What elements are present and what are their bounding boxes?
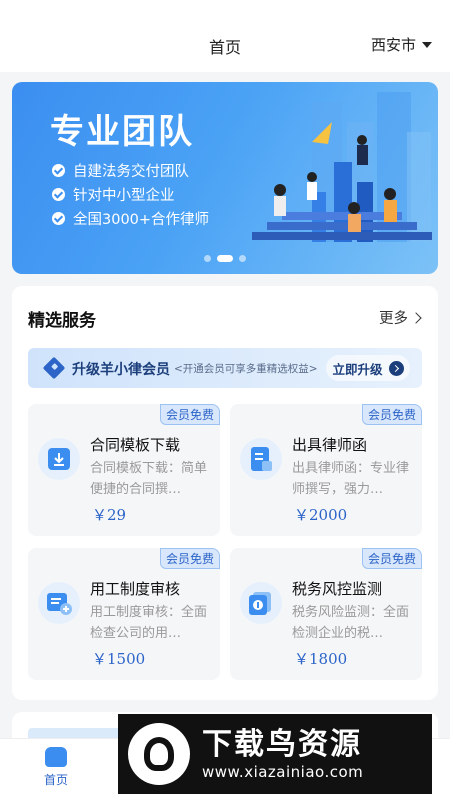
section-title: 精选服务 xyxy=(28,311,96,331)
carousel-dot[interactable] xyxy=(239,255,246,262)
service-card-contract-template[interactable]: 会员免费 合同模板下载 合同模板下载：简单便捷的合同撰… ￥29 xyxy=(28,404,220,536)
service-name: 用工制度审核 xyxy=(90,580,181,598)
tax-monitor-icon xyxy=(240,582,282,624)
arrow-right-circle-icon xyxy=(388,360,404,376)
member-title: 升级羊小律会员 xyxy=(72,362,170,378)
member-subtitle: <开通会员可享多重精选权益> xyxy=(174,363,318,375)
service-name: 出具律师函 xyxy=(292,436,368,454)
banner-headline: 专业团队 xyxy=(50,112,194,152)
service-desc: 合同模板下载：简单便捷的合同撰… xyxy=(90,461,208,497)
tab-label: 首页 xyxy=(43,773,68,787)
bird-logo-icon xyxy=(128,723,190,785)
service-card-lawyer-letter[interactable]: 会员免费 出具律师函 出具律师函：专业律师撰写，强力… ￥2000 xyxy=(230,404,422,536)
more-link[interactable]: 更多 xyxy=(379,307,422,328)
service-desc: 税务风险监测：全面检测企业的税… xyxy=(292,605,410,641)
service-desc: 出具律师函：专业律师撰写，强力… xyxy=(292,461,410,497)
member-free-badge: 会员免费 xyxy=(159,404,220,425)
home-icon xyxy=(45,747,67,767)
banner-bullet: 针对中小型企业 xyxy=(52,182,209,206)
caret-down-icon xyxy=(422,41,432,48)
watermark: 下载鸟资源 www.xiazainiao.com xyxy=(118,714,432,794)
diamond-icon xyxy=(42,356,66,380)
banner-bullet: 全国3000+合作律师 xyxy=(52,206,209,230)
service-name: 合同模板下载 xyxy=(90,436,181,454)
watermark-text: 下载鸟资源 xyxy=(202,727,362,762)
promo-banner[interactable]: 专业团队 自建法务交付团队 针对中小型企业 全国3000+合作律师 xyxy=(12,82,438,274)
chevron-right-icon xyxy=(410,311,422,324)
check-circle-icon xyxy=(52,163,65,177)
check-circle-icon xyxy=(52,187,65,201)
service-price: ￥29 xyxy=(92,506,127,524)
carousel-indicator xyxy=(204,255,246,262)
city-label: 西安市 xyxy=(370,36,416,54)
member-upgrade-banner[interactable]: 升级羊小律会员 <开通会员可享多重精选权益> 立即升级 xyxy=(28,348,422,388)
watermark-url: www.xiazainiao.com xyxy=(202,763,364,781)
service-name: 税务风控监测 xyxy=(292,580,383,598)
top-bar: 首页 西安市 xyxy=(0,0,450,72)
featured-services-card: 精选服务 更多 升级羊小律会员 <开通会员可享多重精选权益> 立即升级 会员免费… xyxy=(12,286,438,700)
lawyer-letter-icon xyxy=(240,438,282,480)
carousel-dot-active[interactable] xyxy=(217,255,233,262)
carousel-dot[interactable] xyxy=(204,255,211,262)
download-icon xyxy=(38,438,80,480)
service-card-tax-monitor[interactable]: 会员免费 税务风控监测 税务风险监测：全面检测企业的税… ￥1800 xyxy=(230,548,422,680)
service-desc: 用工制度审核：全面检查公司的用… xyxy=(90,605,208,641)
service-price: ￥2000 xyxy=(294,506,348,524)
tab-home[interactable]: 首页 xyxy=(16,747,96,788)
member-free-badge: 会员免费 xyxy=(159,548,220,569)
city-selector[interactable]: 西安市 xyxy=(371,34,432,55)
service-price: ￥1500 xyxy=(92,650,146,668)
member-free-badge: 会员免费 xyxy=(361,404,422,425)
service-price: ￥1800 xyxy=(294,650,348,668)
service-card-employment-review[interactable]: 会员免费 用工制度审核 用工制度审核：全面检查公司的用… ￥1500 xyxy=(28,548,220,680)
member-free-badge: 会员免费 xyxy=(361,548,422,569)
banner-bullet: 自建法务交付团队 xyxy=(52,158,209,182)
banner-bullets: 自建法务交付团队 针对中小型企业 全国3000+合作律师 xyxy=(52,158,209,230)
check-circle-icon xyxy=(52,211,65,225)
upgrade-button[interactable]: 立即升级 xyxy=(326,355,410,381)
document-review-icon xyxy=(38,582,80,624)
